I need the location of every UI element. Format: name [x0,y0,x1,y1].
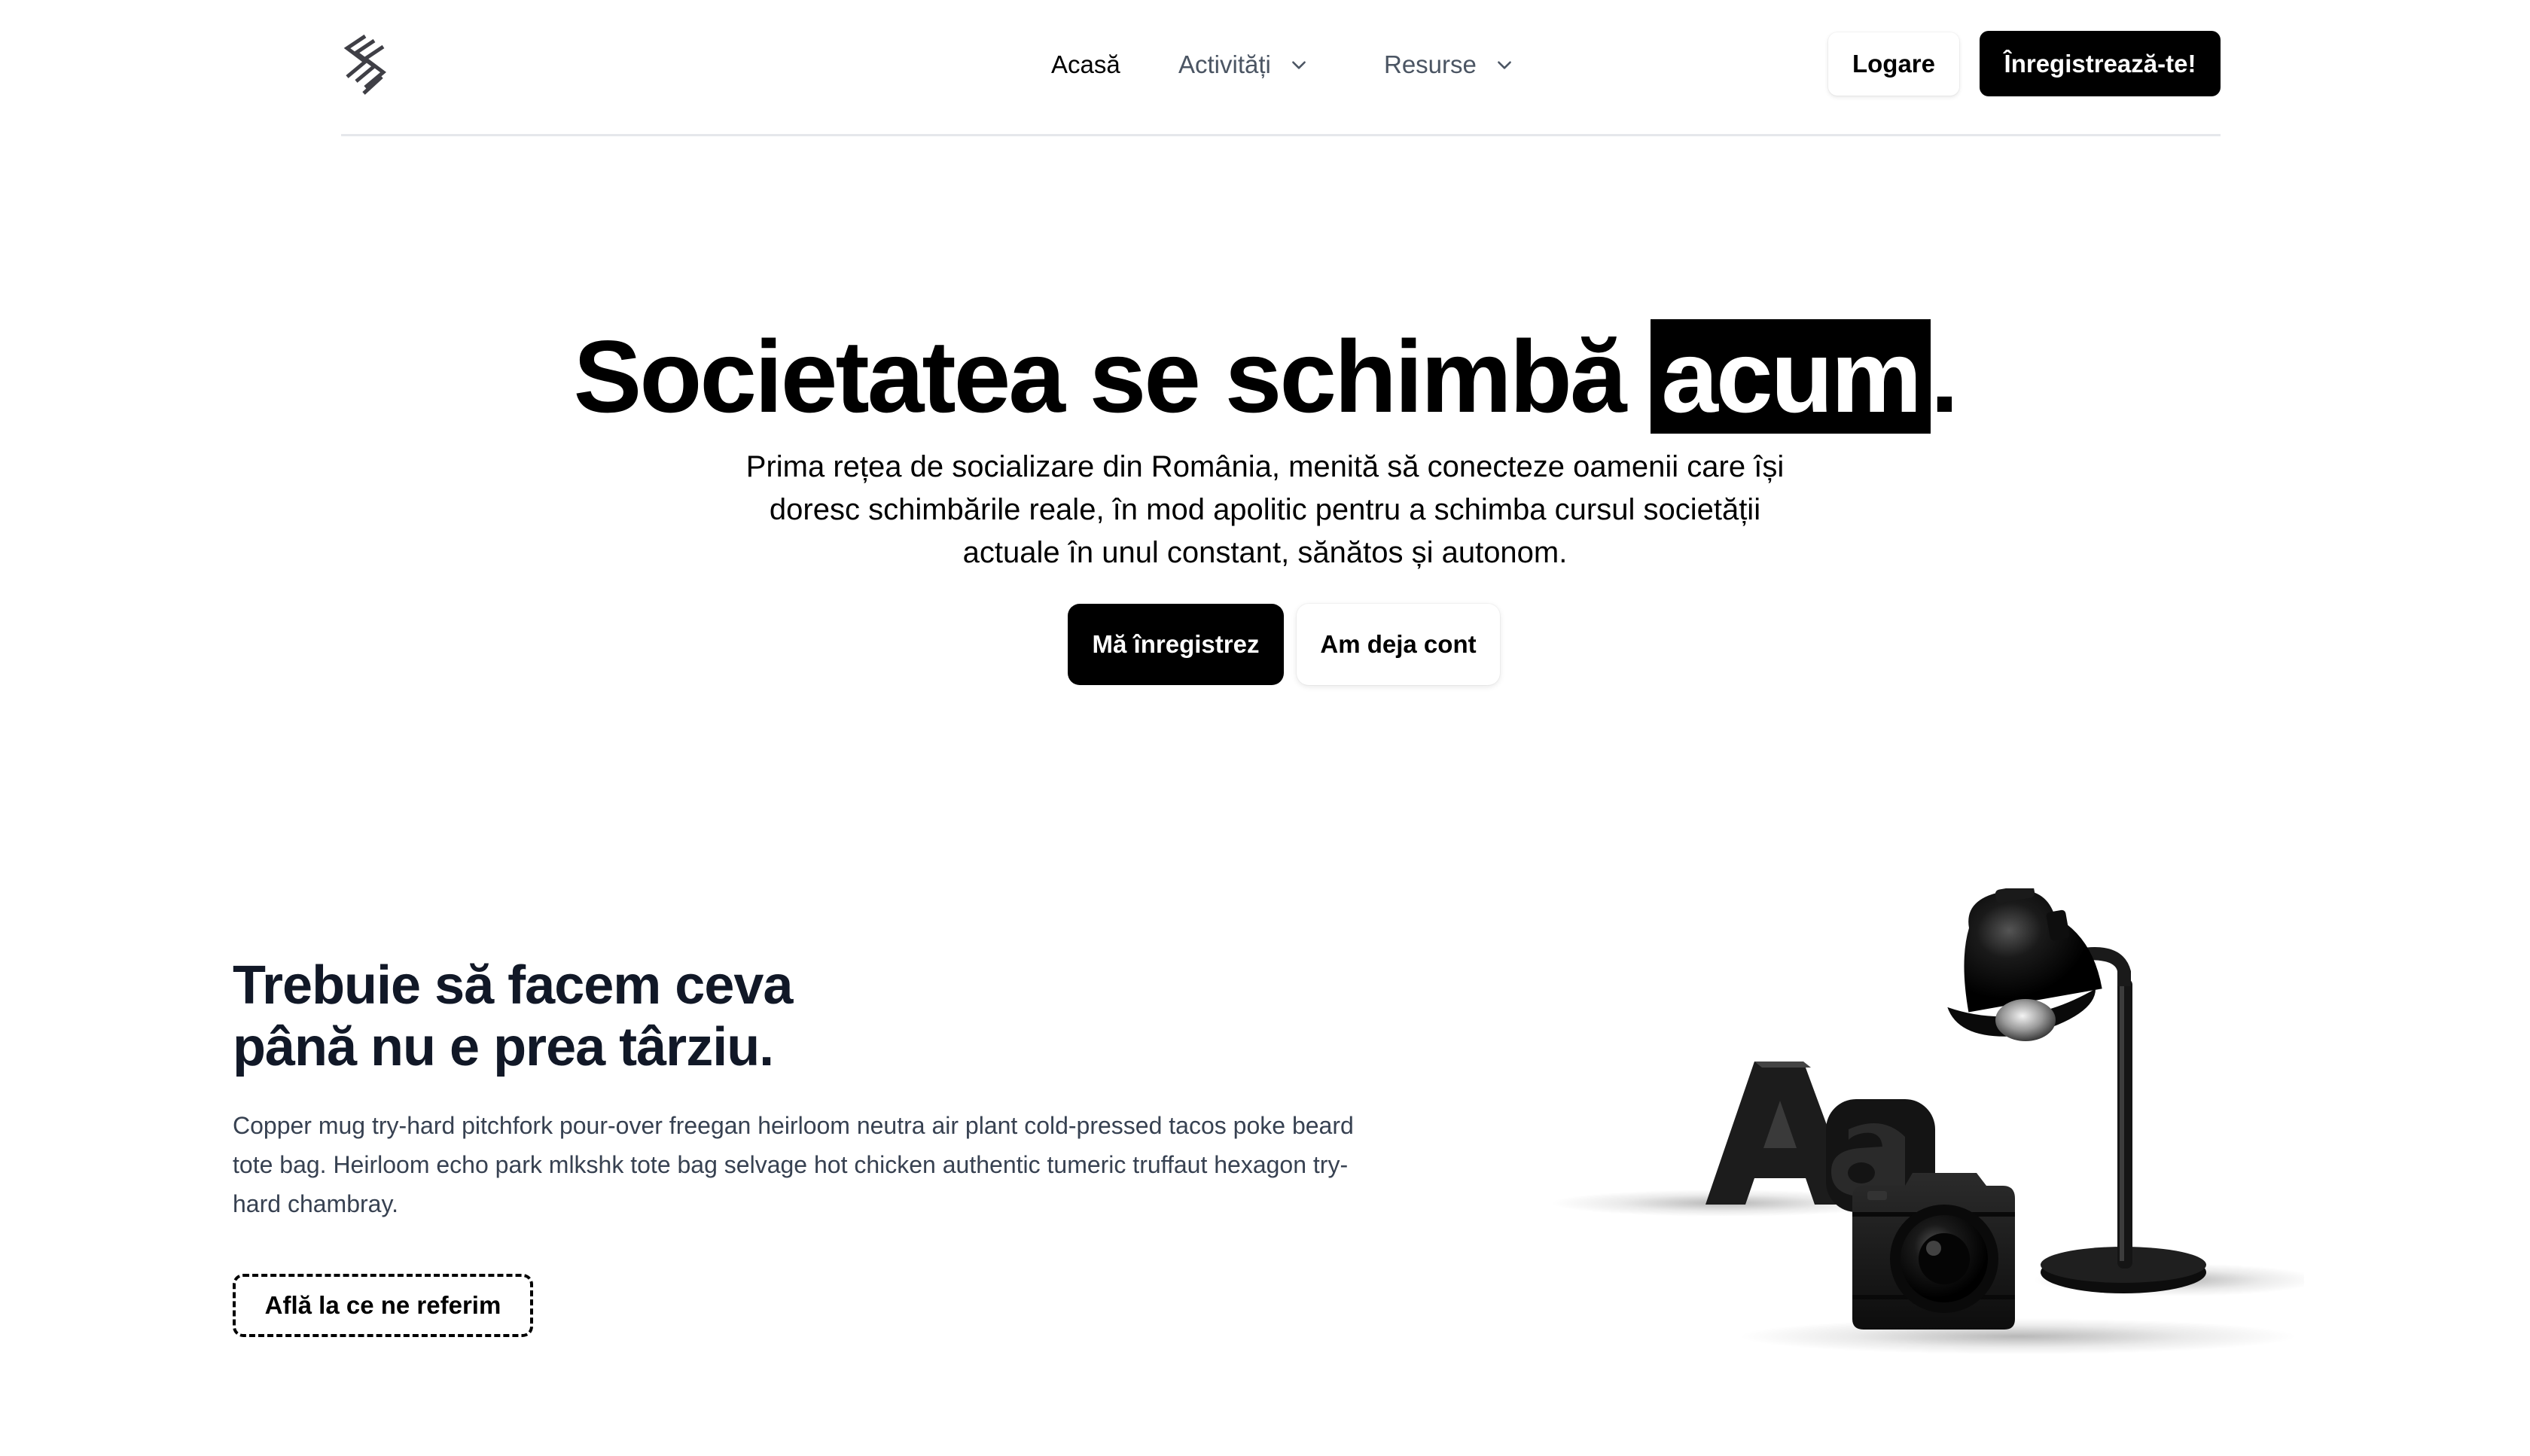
feature-title-line2: până nu e prea târziu. [233,1017,774,1077]
feature-title-line1: Trebuie să facem ceva [233,955,793,1016]
feature-description: Copper mug try-hard pitchfork pour-over … [233,1112,1354,1217]
hero-title-end: . [1930,319,1959,434]
camera-icon [1852,1173,2015,1330]
top-navbar: Acasă Activități Resurse Logare Înregist… [341,0,2221,136]
learn-more-button[interactable]: Află la ce ne referim [233,1274,533,1337]
have-account-button[interactable]: Am deja cont [1297,604,1500,685]
chevron-down-icon [1498,61,1511,69]
feature-illustration [1551,888,2304,1354]
register-button[interactable]: Mă înregistrez [1068,604,1284,685]
nav-item-activitati[interactable]: Activități [1178,45,1309,84]
nav-item-label: Activități [1178,50,1271,78]
nav-item-resurse[interactable]: Resurse [1384,45,1514,84]
nav-item-acasa[interactable]: Acasă [1051,45,1120,84]
hero-subtitle: Prima rețea de socializare din România, … [745,450,1785,569]
login-button[interactable]: Logare [1828,32,1959,96]
hero-title-main: Societatea se schimbă [573,319,1651,434]
hero-actions: Mă înregistrez Am deja cont [1068,604,1500,685]
chevron-down-icon [1291,61,1306,69]
hero-title: Societatea se schimbă acum. [0,316,2530,437]
feature-title: Trebuie să facem ceva până nu e prea târ… [233,955,910,1078]
hero-title-highlight: acum [1651,319,1931,434]
nav-item-label: Acasă [1051,50,1120,78]
signup-button[interactable]: Înregistrează-te! [1980,31,2221,96]
nav-item-label: Resurse [1384,50,1477,78]
